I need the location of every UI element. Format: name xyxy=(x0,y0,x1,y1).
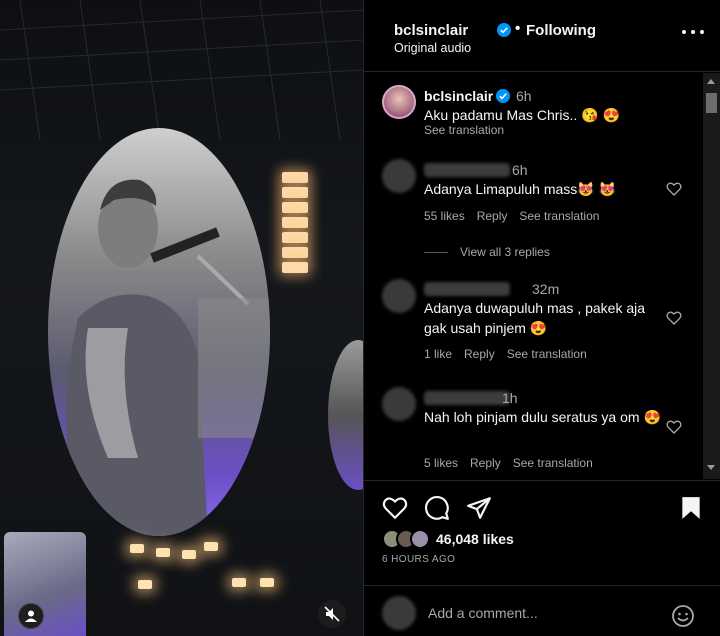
comment-meta: 55 likes Reply See translation xyxy=(424,209,599,223)
heart-icon[interactable] xyxy=(666,181,682,197)
comment-likes[interactable]: 1 like xyxy=(424,347,452,361)
small-screen xyxy=(4,532,86,636)
comment-meta: 5 likes Reply See translation xyxy=(424,456,593,470)
scroll-up-icon[interactable] xyxy=(707,79,715,84)
comment-text: Adanya duwapuluh mas , pakek aja gak usa… xyxy=(424,300,646,336)
author-avatar[interactable] xyxy=(382,85,416,119)
heart-icon[interactable] xyxy=(382,495,408,521)
comment-icon[interactable] xyxy=(424,495,450,521)
post-video[interactable] xyxy=(0,0,363,636)
user-tag-icon xyxy=(25,610,37,622)
comment-likes[interactable]: 5 likes xyxy=(424,456,458,470)
commenter-username[interactable] xyxy=(424,163,510,177)
view-replies-link[interactable]: View all 3 replies xyxy=(424,245,550,259)
scroll-down-icon[interactable] xyxy=(707,465,715,470)
separator-dot: • xyxy=(515,20,521,37)
see-translation-link[interactable]: See translation xyxy=(507,347,587,361)
comments-list[interactable]: bclsinclair 6h Aku padamu Mas Chris.. 😘 … xyxy=(364,73,704,480)
post-timestamp: 6 HOURS AGO xyxy=(382,554,456,565)
muted-speaker-icon xyxy=(324,606,340,622)
heart-icon[interactable] xyxy=(666,419,682,435)
comment-meta: 1 like Reply See translation xyxy=(424,347,587,361)
emoji-icon[interactable] xyxy=(671,604,695,628)
stage-truss xyxy=(0,0,363,140)
comment-time: 6h xyxy=(512,162,528,178)
commenter-avatar[interactable] xyxy=(382,159,416,193)
commenter-username[interactable] xyxy=(424,391,510,405)
post-details-panel: bclsinclair • Following Original audio b… xyxy=(363,0,720,636)
audio-link[interactable]: Original audio xyxy=(394,41,471,55)
commenter-avatar[interactable] xyxy=(382,279,416,313)
comment-time: 32m xyxy=(532,281,560,297)
side-screen xyxy=(328,340,363,490)
scroll-thumb[interactable] xyxy=(706,93,717,113)
caption-time: 6h xyxy=(516,88,532,104)
see-translation-link[interactable]: See translation xyxy=(424,123,504,137)
comment-time: 1h xyxy=(502,390,518,406)
floor-lights xyxy=(130,540,300,600)
reply-button[interactable]: Reply xyxy=(464,347,495,361)
stage-screen xyxy=(48,128,270,536)
see-translation-link[interactable]: See translation xyxy=(513,456,593,470)
more-options-icon[interactable] xyxy=(682,22,704,42)
performer-image xyxy=(66,179,270,536)
tagged-users-button[interactable] xyxy=(18,603,44,629)
likes-count[interactable]: 46,048 likes xyxy=(436,531,514,547)
commenter-username[interactable] xyxy=(424,282,510,296)
current-user-avatar xyxy=(382,596,416,630)
share-icon[interactable] xyxy=(466,495,492,521)
add-comment-bar xyxy=(364,585,720,636)
commenter-avatar[interactable] xyxy=(382,387,416,421)
liker-avatar xyxy=(410,529,430,549)
comment-text: Adanya Limapuluh mass😻 😻 xyxy=(424,181,617,197)
comment-likes[interactable]: 55 likes xyxy=(424,209,465,223)
comment-text: Nah loh pinjam dulu seratus ya om 😍 xyxy=(424,409,661,425)
verified-badge-icon xyxy=(497,23,511,37)
add-comment-input[interactable] xyxy=(428,596,658,630)
reply-button[interactable]: Reply xyxy=(477,209,508,223)
post-actions: 46,048 likes 6 HOURS AGO xyxy=(364,480,720,636)
bookmark-icon[interactable] xyxy=(678,495,704,521)
reply-button[interactable]: Reply xyxy=(470,456,501,470)
post-header: bclsinclair • Following Original audio xyxy=(364,0,720,72)
author-username[interactable]: bclsinclair xyxy=(394,22,468,39)
see-translation-link[interactable]: See translation xyxy=(519,209,599,223)
caption-text: Aku padamu Mas Chris.. 😘 😍 xyxy=(424,107,620,123)
comments-scrollbar[interactable] xyxy=(703,73,720,479)
following-button[interactable]: Following xyxy=(526,22,596,39)
likes-summary[interactable]: 46,048 likes xyxy=(382,529,514,549)
stage-lights xyxy=(282,172,308,280)
heart-icon[interactable] xyxy=(666,310,682,326)
caption-username[interactable]: bclsinclair xyxy=(424,88,493,104)
mute-toggle-button[interactable] xyxy=(318,600,346,628)
verified-badge-icon xyxy=(496,89,510,103)
